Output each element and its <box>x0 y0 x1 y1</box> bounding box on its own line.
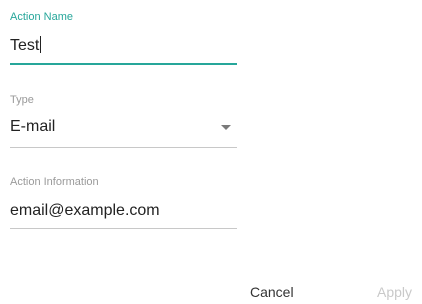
action-dialog: Action Name Test Type E-mail Action Info… <box>0 0 422 304</box>
chevron-down-icon[interactable] <box>221 125 231 130</box>
type-underline <box>10 147 237 148</box>
action-information-label: Action Information <box>10 176 99 188</box>
type-select[interactable]: Type E-mail <box>10 88 237 150</box>
action-information-field[interactable]: Action Information email@example.com <box>10 172 237 232</box>
cancel-button[interactable]: Cancel <box>250 283 294 301</box>
type-label: Type <box>10 94 34 106</box>
text-caret <box>40 36 42 53</box>
action-information-underline <box>10 228 237 229</box>
apply-button[interactable]: Apply <box>377 283 412 301</box>
action-name-input[interactable]: Test <box>10 36 42 55</box>
action-name-value: Test <box>10 37 40 54</box>
action-information-input[interactable]: email@example.com <box>10 202 160 220</box>
action-name-underline <box>10 63 237 65</box>
action-name-label: Action Name <box>10 11 73 23</box>
type-selected-value: E-mail <box>10 118 56 135</box>
action-name-field[interactable]: Action Name Test <box>10 0 237 70</box>
